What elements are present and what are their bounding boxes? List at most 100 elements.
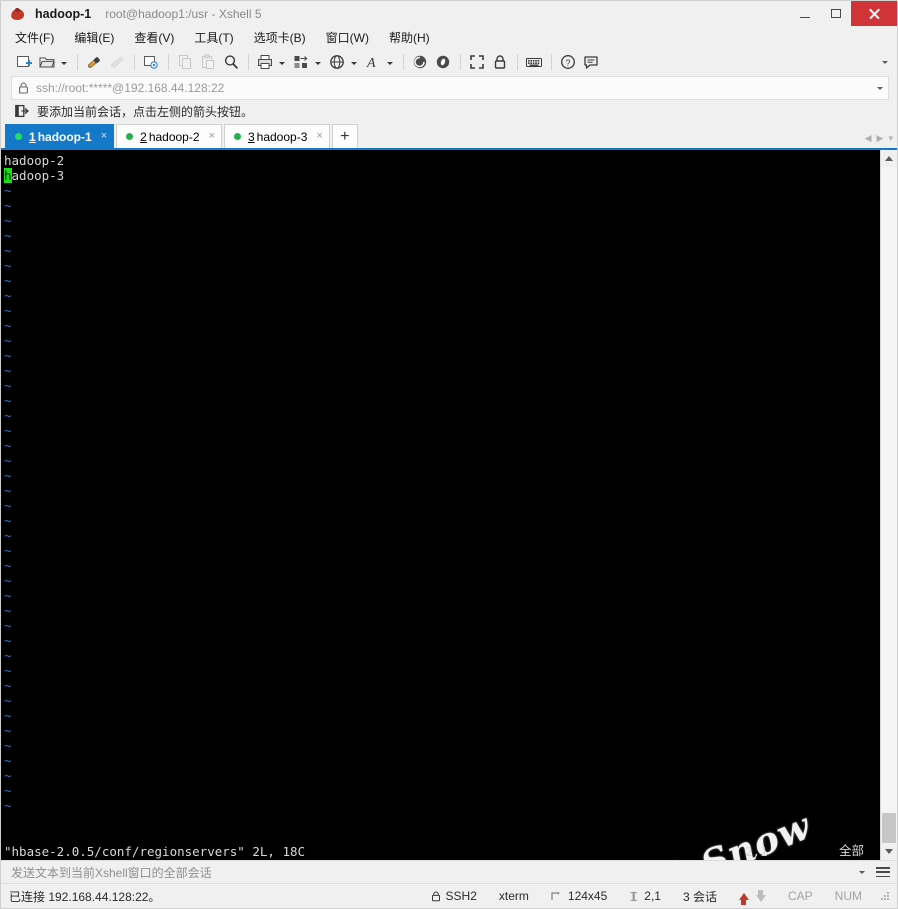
toolbar-overflow-button[interactable]	[879, 49, 891, 75]
add-session-icon[interactable]	[15, 104, 29, 118]
terminal-tilde-row: ~	[4, 228, 12, 243]
copy-icon	[174, 51, 196, 73]
xshell-logo-icon	[7, 3, 29, 25]
tab-hadoop-2[interactable]: 2 hadoop-2 ×	[116, 124, 222, 148]
menu-tools[interactable]: 工具(T)	[194, 27, 243, 49]
toolbar-separator-1	[77, 54, 78, 70]
close-button[interactable]	[851, 1, 897, 26]
open-folder-dropdown-icon[interactable]	[59, 52, 69, 72]
menu-tabs[interactable]: 选项卡(B)	[254, 27, 316, 49]
terminal-area: hadoop-2 hadoop-3 ~ ~ ~ ~ ~ ~ ~ ~ ~ ~ ~ ~ ~ ~ ~ ~ ~ ~ ~ ~ ~ ~…	[1, 148, 897, 860]
terminal-line-with-cursor: hadoop-3	[4, 168, 880, 183]
status-caps: CAP	[787, 889, 813, 903]
menu-file[interactable]: 文件(F)	[15, 27, 64, 49]
new-session-icon[interactable]	[13, 51, 35, 73]
connection-status: 已连接 192.168.44.128:22。	[9, 889, 161, 904]
terminal-tilde-row: ~	[4, 453, 12, 468]
fullscreen-icon[interactable]	[466, 51, 488, 73]
terminal-tilde-row: ~	[4, 573, 12, 588]
hamburger-menu-icon[interactable]	[875, 865, 891, 879]
terminal-tilde-row: ~	[4, 693, 12, 708]
chat-icon[interactable]	[580, 51, 602, 73]
terminal-tilde-row: ~	[4, 753, 12, 768]
scrollbar-track[interactable]	[881, 167, 897, 843]
toolbar-separator-8	[551, 54, 552, 70]
connect-icon[interactable]	[83, 51, 105, 73]
terminal-screen[interactable]: hadoop-2 hadoop-3 ~ ~ ~ ~ ~ ~ ~ ~ ~ ~ ~ ~ ~ ~ ~ ~ ~ ~ ~ ~ ~ ~…	[1, 150, 880, 860]
chevron-down-icon[interactable]	[877, 77, 883, 99]
terminal-tilde-row: ~	[4, 543, 12, 558]
tab-close-icon[interactable]: ×	[316, 131, 322, 142]
terminal-tilde-row: ~	[4, 603, 12, 618]
help-icon[interactable]: ?	[557, 51, 579, 73]
tab-hadoop-1[interactable]: 1 hadoop-1 ×	[5, 124, 115, 148]
terminal-tilde-row: ~	[4, 363, 12, 378]
scrollbar-up-button[interactable]	[881, 150, 897, 167]
toolbar: A ?	[1, 49, 897, 75]
status-protocol-label: SSH2	[445, 889, 477, 903]
maximize-button[interactable]	[820, 1, 851, 26]
terminal-tilde-row: ~	[4, 243, 12, 258]
vim-file-info: "hbase-2.0.5/conf/regionservers" 2L, 18C	[4, 844, 306, 859]
send-to-all-bar[interactable]: 发送文本到当前Xshell窗口的全部会话	[1, 860, 897, 883]
find-icon[interactable]	[220, 51, 242, 73]
font-dropdown-icon[interactable]	[385, 52, 395, 72]
terminal-tilde-row: ~	[4, 558, 12, 573]
terminal-tilde-row: ~	[4, 378, 12, 393]
tab-number: 2	[140, 129, 147, 144]
tab-close-icon[interactable]: ×	[101, 131, 107, 142]
lock-icon	[18, 82, 29, 94]
tab-nav-next-icon[interactable]: ▶	[877, 133, 884, 144]
minimize-button[interactable]	[789, 1, 820, 26]
menu-edit[interactable]: 编辑(E)	[74, 27, 124, 49]
print-dropdown-icon[interactable]	[277, 52, 287, 72]
transfer-icon[interactable]	[290, 51, 312, 73]
print-icon[interactable]	[254, 51, 276, 73]
terminal-line: hadoop-2	[4, 153, 65, 168]
tab-hadoop-3[interactable]: 3 hadoop-3 ×	[223, 124, 330, 148]
terminal-tilde-row: ~	[4, 198, 12, 213]
status-bar: 已连接 192.168.44.128:22。 SSH2 xterm 124x45…	[1, 883, 897, 908]
open-folder-icon[interactable]	[36, 51, 58, 73]
terminal-tilde-row: ~	[4, 408, 12, 423]
font-icon[interactable]: A	[362, 51, 384, 73]
sftp-icon[interactable]	[409, 51, 431, 73]
terminal-scrollbar[interactable]	[880, 150, 897, 860]
status-size-label: 124x45	[567, 889, 608, 903]
terminal-tilde-row: ~	[4, 303, 12, 318]
lock-icon	[431, 891, 441, 902]
arrow-down-icon	[755, 890, 766, 902]
status-num: NUM	[834, 889, 862, 903]
terminal-tilde-row: ~	[4, 468, 12, 483]
globe-icon[interactable]	[326, 51, 348, 73]
address-value: ssh://root:*****@192.168.44.128:22	[36, 81, 225, 95]
tunnel-icon[interactable]	[432, 51, 454, 73]
transfer-dropdown-icon[interactable]	[313, 52, 323, 72]
title-bar: hadoop-1 root@hadoop1:/usr - Xshell 5	[1, 1, 897, 27]
lock-icon[interactable]	[489, 51, 511, 73]
keyboard-icon[interactable]	[523, 51, 545, 73]
menu-window[interactable]: 窗口(W)	[326, 27, 379, 49]
terminal-tilde-row: ~	[4, 648, 12, 663]
tab-bar: 1 hadoop-1 × 2 hadoop-2 × 3 hadoop-3 × +…	[1, 122, 897, 148]
scrollbar-down-button[interactable]	[881, 843, 897, 860]
terminal-tilde-row: ~	[4, 783, 12, 798]
window-title: hadoop-1	[35, 7, 92, 21]
resize-icon	[551, 891, 563, 902]
tab-close-icon[interactable]: ×	[209, 131, 215, 142]
tab-nav-prev-icon[interactable]: ◀	[865, 133, 872, 144]
terminal-tilde-row: ~	[4, 798, 12, 813]
scrollbar-thumb[interactable]	[882, 813, 896, 843]
menu-help[interactable]: 帮助(H)	[389, 27, 440, 49]
tab-nav-menu-icon[interactable]: ▾	[888, 133, 893, 144]
session-properties-icon[interactable]	[140, 51, 162, 73]
menu-bar: 文件(F) 编辑(E) 查看(V) 工具(T) 选项卡(B) 窗口(W) 帮助(…	[1, 27, 897, 49]
tab-label: hadoop-2	[148, 129, 200, 144]
menu-view[interactable]: 查看(V)	[134, 27, 184, 49]
new-tab-button[interactable]: +	[331, 124, 358, 148]
resize-grip-icon[interactable]	[879, 890, 891, 902]
globe-dropdown-icon[interactable]	[349, 52, 359, 72]
address-bar[interactable]: ssh://root:*****@192.168.44.128:22	[11, 76, 889, 100]
chevron-down-icon[interactable]	[855, 871, 869, 874]
status-terminal-type: xterm	[498, 889, 529, 903]
